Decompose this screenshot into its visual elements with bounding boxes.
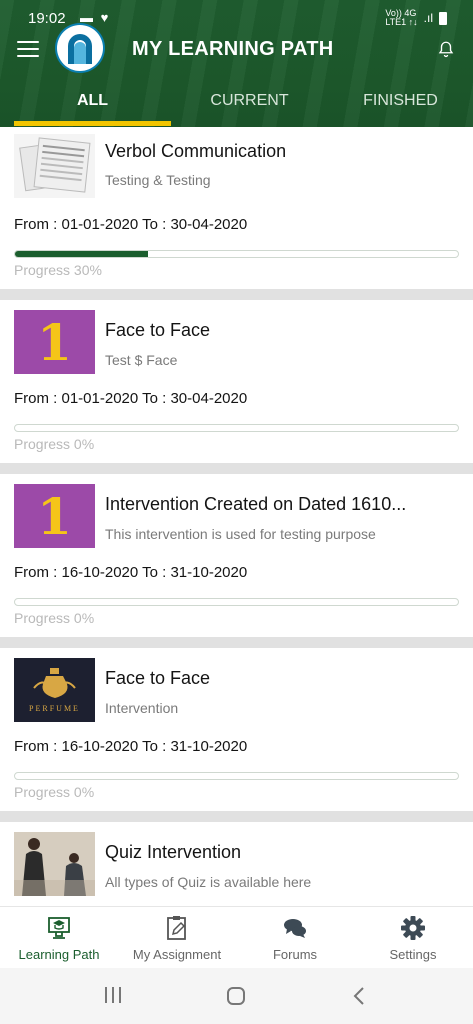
perfume-label: PERFUME [29,704,80,713]
course-title: Face to Face [105,668,211,688]
app-header: 19:02 ▬ ♥ Vo)) 4G LTE1 ↑↓ .ıl MY LEARNIN… [0,0,473,127]
newspaper-thumbnail [14,134,95,198]
signal-icon: .ıl [423,11,433,25]
tab-current[interactable]: CURRENT [171,84,328,127]
status-indicators: Vo)) 4G LTE1 ↑↓ .ıl [385,9,447,27]
course-subtitle: Intervention [105,700,179,716]
progress-bar [14,424,459,432]
course-title: Quiz Intervention [105,842,242,862]
recent-apps-icon[interactable] [104,986,122,1004]
course-title: Verbol Communication [105,141,287,161]
course-dates: From : 01-01-2020 To : 30-04-2020 [14,216,248,233]
active-tab-indicator [14,121,171,126]
nav-learning-path[interactable]: Learning Path [0,907,118,969]
menu-button[interactable] [17,41,39,59]
progress-bar [14,250,459,258]
bell-icon[interactable] [437,39,455,59]
thumbnail-number: 1 [37,312,72,372]
course-list[interactable]: Verbol Communication Testing & Testing F… [0,127,473,906]
course-dates: From : 01-01-2020 To : 30-04-2020 [14,390,248,407]
nav-label: Forums [272,947,318,962]
course-subtitle: Test $ Face [105,352,178,368]
bottom-navigation: Learning Path My Assignment Forums Setti… [0,906,473,968]
learning-path-icon [48,917,70,939]
nav-label: Learning Path [18,947,100,962]
progress-fill [15,251,148,257]
assignment-icon [167,916,186,940]
course-card[interactable]: Verbol Communication Testing & Testing F… [0,127,473,289]
progress-bar [14,772,459,780]
forums-icon [284,919,306,938]
progress-label: Progress 0% [14,610,95,626]
course-card[interactable]: Quiz Intervention All types of Quiz is a… [0,822,473,906]
course-subtitle: This intervention is used for testing pu… [105,526,376,542]
course-card[interactable]: 1 Intervention Created on Dated 1610... … [0,474,473,637]
progress-label: Progress 30% [14,262,102,278]
nav-label: Settings [389,947,437,962]
course-dates: From : 16-10-2020 To : 31-10-2020 [14,738,248,755]
progress-bar [14,598,459,606]
progress-label: Progress 0% [14,784,95,800]
back-icon[interactable] [352,986,366,1006]
nav-my-assignment[interactable]: My Assignment [118,907,236,969]
people-thumbnail [14,832,95,896]
course-title: Intervention Created on Dated 1610... [105,494,407,514]
app-logo [57,25,103,71]
battery-icon [439,11,447,25]
notification-icons: ▬ ♥ [80,10,111,25]
perfume-thumbnail: PERFUME [14,658,95,722]
gear-icon [401,916,425,940]
course-dates: From : 16-10-2020 To : 31-10-2020 [14,564,248,581]
system-navigation-bar [0,968,473,1024]
people-image [14,832,95,896]
number-thumbnail: 1 [14,484,95,548]
course-subtitle: Testing & Testing [105,172,211,188]
course-subtitle: All types of Quiz is available here [105,874,312,890]
course-card[interactable]: PERFUME Face to Face Intervention From :… [0,648,473,811]
number-thumbnail: 1 [14,310,95,374]
course-title: Face to Face [105,320,211,340]
progress-label: Progress 0% [14,436,95,452]
network-bottom: LTE1 ↑↓ [385,17,418,27]
nav-settings[interactable]: Settings [354,907,472,969]
nav-forums[interactable]: Forums [236,907,354,969]
status-time: 19:02 [28,10,66,27]
home-icon[interactable] [226,986,246,1006]
network-indicator: Vo)) 4G LTE1 ↑↓ [385,9,417,27]
page-title: MY LEARNING PATH [132,38,334,60]
course-card[interactable]: 1 Face to Face Test $ Face From : 01-01-… [0,300,473,463]
tab-finished[interactable]: FINISHED [328,84,473,127]
nav-label: My Assignment [132,947,222,962]
thumbnail-number: 1 [37,486,72,546]
